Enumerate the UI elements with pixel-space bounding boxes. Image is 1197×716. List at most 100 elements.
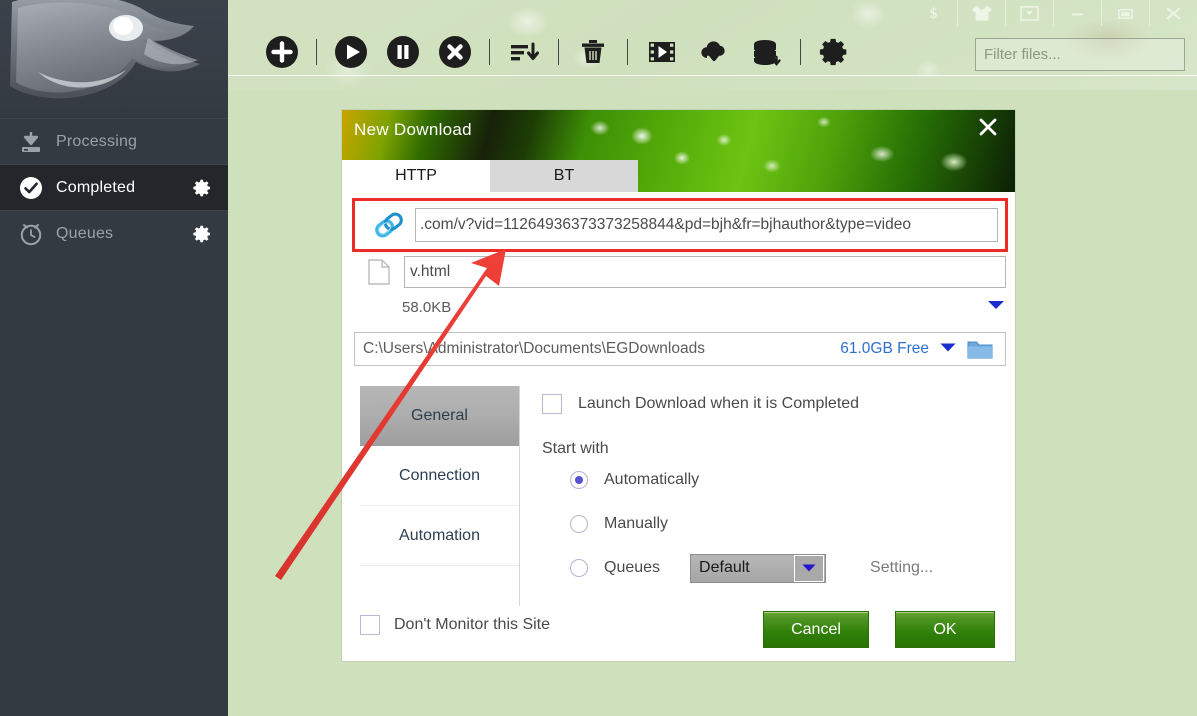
trash-icon [582,40,604,63]
toolbar-separator [800,39,801,65]
toolbar-separator [627,39,628,65]
manually-label: Manually [604,515,669,532]
filename-input[interactable] [404,256,1006,288]
folder-icon[interactable] [967,339,993,360]
start-button[interactable] [331,32,371,72]
skin-button[interactable] [957,0,1005,26]
launch-download-checkbox[interactable] [542,394,562,414]
tab-general[interactable]: General [360,386,519,446]
plus-circle-icon [266,36,298,68]
minimize-button[interactable] [1053,0,1101,26]
manually-radio[interactable] [570,515,588,533]
window-controls: $ [909,0,1197,26]
toolbar-separator [558,39,559,65]
automatically-label: Automatically [604,471,700,488]
dont-monitor-checkbox[interactable] [360,615,380,635]
queue-select-arrow[interactable] [794,554,825,582]
app-logo-panel [0,0,228,118]
file-size-row: 58.0KB [402,294,1006,320]
play-circle-icon [335,36,367,68]
download-tray-icon [18,129,44,155]
queues-label: Queues [604,559,661,576]
minimize-icon [1071,13,1084,15]
gear-icon[interactable] [192,178,212,198]
sort-button[interactable] [504,32,544,72]
check-circle-icon [18,175,44,201]
main-toolbar [228,26,1197,78]
radio-row-manually[interactable]: Manually [570,502,1002,546]
file-details-expand-button[interactable] [986,298,1006,316]
pause-button[interactable] [383,32,423,72]
cancel-circle-icon [439,36,471,68]
gear-icon[interactable] [192,224,212,244]
general-options-panel: Launch Download when it is Completed Sta… [542,390,1002,590]
pause-circle-icon [387,36,419,68]
stop-button[interactable] [435,32,475,72]
film-strip-icon [649,42,675,62]
save-path-value: C:\Users\Administrator\Documents\EGDownl… [363,340,705,357]
dollar-sign-icon: $ [929,6,937,22]
shirt-icon [971,5,992,21]
new-download-dialog: New Download HTTP BT .com/v?vid=11264936… [342,110,1015,661]
tab-automation[interactable]: Automation [360,506,519,566]
chevron-down-icon [940,343,956,352]
maximize-icon [1118,8,1133,19]
cloud-download-button[interactable] [694,32,734,72]
database-button[interactable] [746,32,786,72]
free-space-label: 61.0GB Free [840,340,929,357]
sort-descending-icon [511,42,539,61]
dialog-footer: Don't Monitor this Site Cancel OK [342,601,1015,661]
sidebar-item-label: Completed [56,178,136,196]
radio-row-queues[interactable]: Queues Default Setting... [570,546,1002,590]
ok-button[interactable]: OK [895,611,995,648]
url-input[interactable] [415,208,998,242]
settings-button[interactable] [815,32,855,72]
path-dropdown-button[interactable] [939,340,957,358]
dont-monitor-row[interactable]: Don't Monitor this Site [360,615,550,635]
radio-row-automatically[interactable]: Automatically [570,458,1002,502]
sidebar-item-processing[interactable]: Processing [0,118,228,164]
tray-button[interactable] [1005,0,1053,26]
video-button[interactable] [642,32,682,72]
tab-http[interactable]: HTTP [342,160,490,192]
tab-bt[interactable]: BT [490,160,638,192]
start-with-label: Start with [542,440,609,457]
eagle-head-logo-icon [10,0,200,99]
protocol-tabs: HTTP BT [342,160,638,192]
dont-monitor-label: Don't Monitor this Site [394,616,551,633]
toolbar-separator [489,39,490,65]
close-icon [979,118,997,136]
close-button[interactable] [1149,0,1197,26]
queue-setting-link[interactable]: Setting... [870,559,933,577]
file-size-label: 58.0KB [402,298,452,316]
cloud-download-icon [701,41,725,62]
minimize-to-tray-icon [1020,5,1039,21]
save-path-row[interactable]: C:\Users\Administrator\Documents\EGDownl… [354,332,1006,366]
cancel-button[interactable]: Cancel [763,611,869,648]
automatically-radio[interactable] [570,471,588,489]
dialog-close-button[interactable] [975,114,1001,140]
toolbar-separator [316,39,317,65]
queue-select[interactable]: Default [690,553,827,583]
sidebar-item-queues[interactable]: Queues [0,210,228,256]
launch-download-label: Launch Download when it is Completed [578,395,860,412]
donate-button[interactable]: $ [909,0,957,26]
add-download-button[interactable] [262,32,302,72]
sidebar-item-label: Processing [56,132,138,150]
maximize-button[interactable] [1101,0,1149,26]
sidebar-item-completed[interactable]: Completed [0,164,228,210]
launch-download-row[interactable]: Launch Download when it is Completed [542,390,1002,418]
tab-connection[interactable]: Connection [360,446,519,506]
queues-radio[interactable] [570,559,588,577]
link-chain-icon [369,209,409,241]
gear-icon [819,38,847,66]
dialog-title: New Download [354,120,472,139]
url-field-highlight [352,198,1008,252]
close-icon [1166,7,1181,19]
sidebar: Processing Completed Queues [0,0,228,716]
delete-button[interactable] [573,32,613,72]
filename-row [354,255,1006,289]
sidebar-item-label: Queues [56,224,114,242]
option-tab-list: General Connection Automation [360,386,520,606]
queue-select-value: Default [699,559,750,576]
